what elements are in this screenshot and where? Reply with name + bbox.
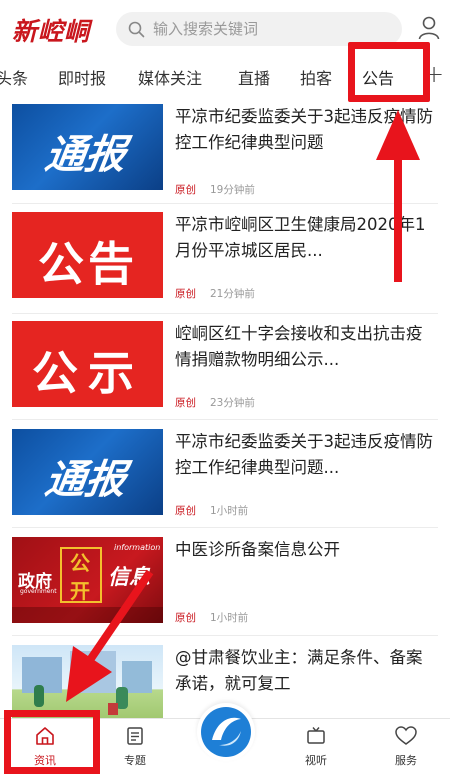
heart-icon — [395, 726, 417, 745]
list-item[interactable]: 公告 平凉市崆峒区卫生健康局2020年1月份平凉城区居民... 原创 21分钟前 — [0, 212, 450, 320]
app-logo: 新崆峒 — [12, 17, 91, 46]
app-logo-icon — [201, 707, 251, 757]
news-title[interactable]: 平凉市纪委监委关于3起违反疫情防控工作纪律典型问题 — [175, 104, 437, 156]
news-meta: 原创 21分钟前 — [175, 286, 255, 301]
divider — [12, 527, 438, 528]
nav-label: 专题 — [124, 754, 146, 767]
nav-label: 服务 — [395, 754, 417, 767]
nav-audio-video[interactable]: 视听 — [286, 725, 346, 768]
news-meta: 原创 19分钟前 — [175, 182, 255, 197]
nav-topics[interactable]: 专题 — [105, 725, 165, 768]
nav-label: 视听 — [305, 754, 327, 767]
news-nav-highlight — [4, 710, 100, 774]
list-item[interactable]: information 政府 government 公 开 信息 中医诊所备案信… — [0, 537, 450, 645]
divider — [12, 635, 438, 636]
timestamp: 21分钟前 — [210, 288, 255, 300]
divider — [12, 203, 438, 204]
news-meta: 原创 23分钟前 — [175, 395, 255, 410]
search-icon — [128, 21, 145, 37]
tab-paike[interactable]: 拍客 — [300, 65, 332, 89]
list-item[interactable]: 公示 崆峒区红十字会接收和支出抗击疫情捐赠款物明细公示... 原创 23分钟前 — [0, 321, 450, 429]
source-tag: 原创 — [175, 505, 196, 517]
news-meta: 原创 1小时前 — [175, 610, 248, 625]
divider — [12, 419, 438, 420]
announcement-tab-highlight — [348, 42, 430, 102]
thumbnail-tongbao: 通报 — [12, 104, 163, 190]
search-bar[interactable] — [116, 12, 402, 46]
source-tag: 原创 — [175, 612, 196, 624]
timestamp: 1小时前 — [210, 505, 249, 517]
list-item[interactable]: 通报 平凉市纪委监委关于3起违反疫情防控工作纪律典型问题... 原创 1小时前 — [0, 429, 450, 537]
source-tag: 原创 — [175, 397, 196, 409]
news-title[interactable]: 中医诊所备案信息公开 — [175, 537, 437, 589]
search-input[interactable] — [153, 20, 373, 38]
source-tag: 原创 — [175, 184, 196, 196]
news-title[interactable]: 平凉市崆峒区卫生健康局2020年1月份平凉城区居民... — [175, 212, 437, 264]
tab-live[interactable]: 直播 — [238, 65, 270, 89]
tab-headlines[interactable]: 头条 — [0, 65, 28, 89]
divider — [12, 313, 438, 314]
thumbnail-gongshi: 公示 — [12, 321, 163, 407]
thumbnail-gov-info: information 政府 government 公 开 信息 — [12, 537, 163, 623]
timestamp: 1小时前 — [210, 612, 249, 624]
app-home-button[interactable] — [197, 703, 255, 761]
tab-instant-news[interactable]: 即时报 — [58, 65, 106, 89]
news-meta: 原创 1小时前 — [175, 503, 248, 518]
nav-services[interactable]: 服务 — [376, 725, 436, 768]
timestamp: 19分钟前 — [210, 184, 255, 196]
thumbnail-gonggao: 公告 — [12, 212, 163, 298]
document-icon — [127, 727, 143, 745]
tab-media-focus[interactable]: 媒体关注 — [138, 65, 202, 89]
news-title[interactable]: @甘肃餐饮业主：满足条件、备案承诺，就可复工 — [175, 645, 437, 697]
thumbnail-tongbao: 通报 — [12, 429, 163, 515]
source-tag: 原创 — [175, 288, 196, 300]
tv-icon — [307, 727, 325, 744]
timestamp: 23分钟前 — [210, 397, 255, 409]
user-icon[interactable] — [418, 16, 440, 40]
list-item[interactable]: 通报 平凉市纪委监委关于3起违反疫情防控工作纪律典型问题 原创 19分钟前 — [0, 104, 450, 212]
news-title[interactable]: 崆峒区红十字会接收和支出抗击疫情捐赠款物明细公示... — [175, 321, 437, 373]
news-title[interactable]: 平凉市纪委监委关于3起违反疫情防控工作纪律典型问题... — [175, 429, 437, 481]
